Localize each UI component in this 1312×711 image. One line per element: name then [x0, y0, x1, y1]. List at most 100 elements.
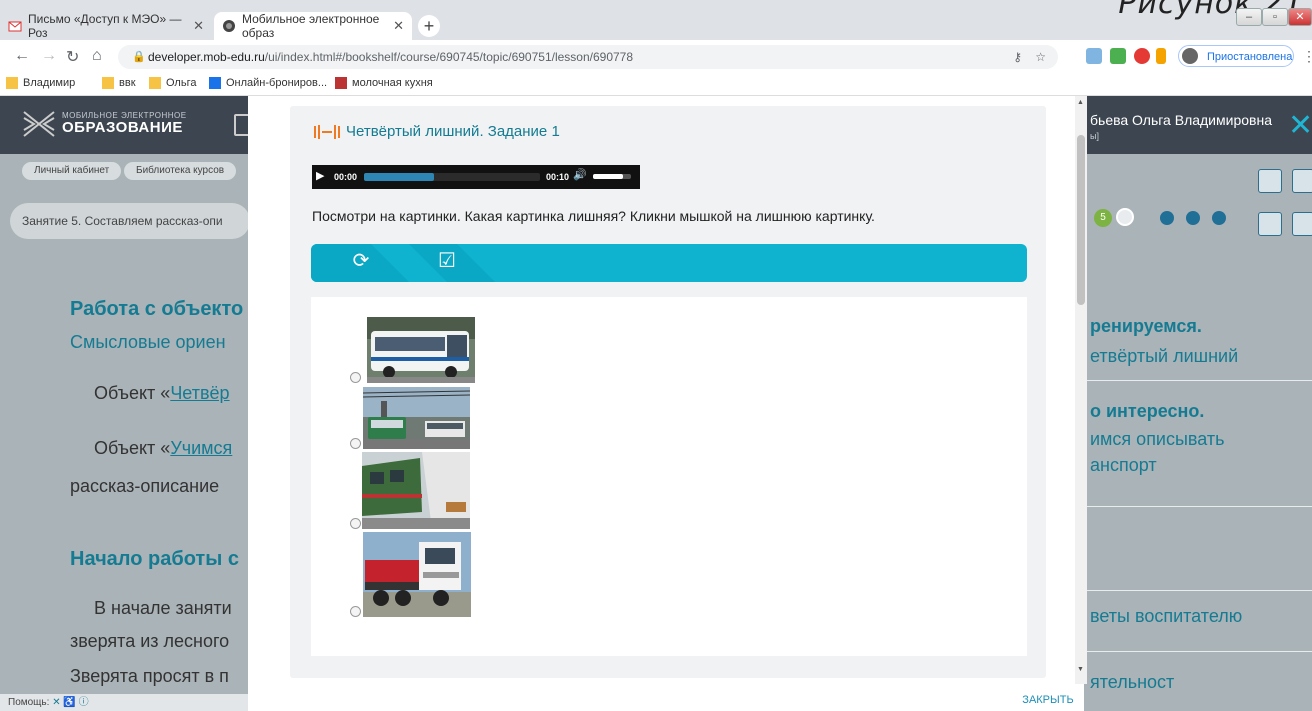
home-icon[interactable]: ⌂	[92, 47, 102, 65]
key-icon[interactable]: ⚷	[1013, 45, 1022, 69]
extension-icon[interactable]	[1134, 48, 1150, 64]
task-type-icon	[314, 125, 340, 139]
check-answer-icon[interactable]: ☑	[437, 251, 457, 271]
extension-icon[interactable]	[1110, 48, 1126, 64]
bookmark-site-icon	[335, 77, 347, 89]
accessibility-icon[interactable]: ♿	[63, 697, 75, 708]
site-logo-icon	[223, 20, 235, 32]
close-icon[interactable]: ✕	[393, 18, 404, 34]
audio-total-time: 00:10	[546, 172, 570, 182]
step-last-icon[interactable]	[1212, 211, 1226, 225]
section-heading: Работа с объекто	[70, 298, 244, 320]
scroll-down-icon[interactable]: ▼	[1077, 666, 1084, 673]
progress-badge[interactable]: 5	[1094, 209, 1112, 227]
app-close-icon[interactable]: ✕	[1288, 108, 1312, 143]
url-path: /ui/index.html#/bookshelf/course/690745/…	[264, 50, 634, 64]
train-image[interactable]	[362, 452, 470, 529]
star-icon[interactable]: ☆	[1035, 45, 1046, 69]
forward-icon[interactable]: →	[41, 47, 57, 65]
option-radio[interactable]	[350, 372, 361, 383]
bus-image[interactable]	[367, 317, 475, 383]
task-title: Четвёртый лишний. Задание 1	[346, 123, 560, 140]
toolbar-stripes	[311, 244, 495, 282]
maximize-icon[interactable]: ▫	[1262, 8, 1288, 26]
chat-icon[interactable]	[1292, 212, 1312, 236]
address-bar[interactable]: 🔒 developer.mob-edu.ru/ui/index.html#/bo…	[118, 45, 1058, 69]
user-name[interactable]: бьева Ольга Владимировна	[1090, 112, 1272, 128]
side-link[interactable]: веты воспитателю	[1090, 606, 1242, 627]
tools-icon[interactable]: ✕	[52, 697, 60, 708]
audio-progress-fill	[364, 173, 435, 181]
paragraph: Зверята просят в п	[70, 666, 229, 686]
tab-mob-edu[interactable]: Мобильное электронное образ ✕	[214, 12, 412, 40]
option-radio[interactable]	[350, 606, 361, 617]
logo-line2: ОБРАЗОВАНИЕ	[62, 119, 183, 136]
menu-dots-icon[interactable]: ⋮	[1302, 48, 1312, 65]
section-heading: Начало работы с	[70, 548, 239, 570]
step-current-icon[interactable]	[1116, 208, 1134, 226]
volume-icon[interactable]: 🔊	[573, 168, 587, 181]
play-icon[interactable]: ▶	[316, 169, 324, 182]
trolleybus-image[interactable]	[363, 387, 470, 449]
breadcrumb-item[interactable]: Личный кабинет	[22, 162, 122, 180]
close-icon[interactable]: ✕	[193, 18, 204, 34]
truck-image[interactable]	[363, 532, 471, 617]
lock-icon: 🔒	[132, 51, 146, 63]
option-radio[interactable]	[350, 518, 361, 529]
scrollbar-thumb[interactable]	[1077, 135, 1085, 305]
task-toolbar	[311, 244, 1027, 282]
bookmark-label: молочная кухня	[352, 77, 433, 89]
option-radio[interactable]	[350, 438, 361, 449]
scroll-up-icon[interactable]: ▲	[1077, 99, 1084, 106]
step-next-icon[interactable]	[1186, 211, 1200, 225]
bookmark-item[interactable]: Владимир	[6, 77, 75, 89]
bookmark-item[interactable]: молочная кухня	[335, 77, 433, 89]
keyboard-icon[interactable]	[1292, 169, 1312, 193]
new-tab-button[interactable]: +	[418, 15, 440, 37]
info-icon[interactable]: ⓘ	[79, 697, 89, 708]
folder-icon	[149, 77, 161, 89]
close-dialog-button[interactable]: ЗАКРЫТЬ	[1010, 690, 1086, 710]
grid-icon[interactable]	[1258, 212, 1282, 236]
volume-fill	[593, 174, 624, 179]
bookmark-label: Онлайн-брониров...	[226, 77, 328, 89]
extension-icon[interactable]	[1086, 48, 1102, 64]
help-bar: Помощь: ✕ ♿ ⓘ	[0, 694, 248, 711]
breadcrumb-item[interactable]: Библиотека курсов	[124, 162, 237, 180]
bookmark-item[interactable]: Онлайн-брониров...	[209, 77, 327, 89]
section-subtitle: Смысловые ориен	[70, 332, 226, 352]
task-instruction: Посмотри на картинки. Какая картинка лиш…	[312, 208, 875, 224]
paragraph-continued: рассказ-описание	[70, 476, 220, 496]
bookmark-label: Владимир	[23, 77, 76, 89]
object-link[interactable]: Учимся	[170, 438, 232, 458]
bookmark-label: Ольга	[166, 77, 197, 89]
folder-icon	[102, 77, 114, 89]
side-link[interactable]: ятельност	[1090, 672, 1174, 693]
side-link[interactable]: етвёртый лишний	[1090, 346, 1238, 367]
side-link[interactable]: имся описывать	[1090, 429, 1225, 450]
profile-status-label: Приостановлена	[1207, 51, 1293, 63]
bookmark-item[interactable]: ввк	[102, 77, 136, 89]
reload-icon[interactable]: ↻	[66, 47, 79, 67]
reset-icon[interactable]: ⟳	[350, 250, 372, 272]
paragraph: Объект «Учимся	[94, 438, 233, 458]
audio-current-time: 00:00	[334, 172, 358, 182]
help-label: Помощь:	[8, 697, 50, 708]
step-dot-icon[interactable]	[1160, 211, 1174, 225]
back-icon[interactable]: ←	[14, 47, 30, 65]
window-close-icon[interactable]: ✕	[1288, 8, 1312, 26]
folder-icon	[6, 77, 18, 89]
minimize-icon[interactable]: –	[1236, 8, 1262, 26]
side-link[interactable]: анспорт	[1090, 455, 1157, 476]
bookmarks-bar	[0, 73, 1312, 96]
bookmark-site-icon	[209, 77, 221, 89]
bookmark-item[interactable]: Ольга	[149, 77, 196, 89]
notes-icon[interactable]	[1258, 169, 1282, 193]
profile-status-button[interactable]: Приостановлена	[1178, 45, 1294, 67]
object-link[interactable]: Четвёр	[170, 383, 229, 403]
avatar	[1182, 48, 1198, 64]
extension-icon[interactable]	[1156, 48, 1166, 64]
paragraph: зверята из лесного	[70, 631, 230, 651]
lesson-title[interactable]: Занятие 5. Составляем рассказ-опи	[10, 203, 250, 239]
tab-mail[interactable]: Письмо «Доступ к МЭО» — Роз ✕	[0, 12, 212, 40]
